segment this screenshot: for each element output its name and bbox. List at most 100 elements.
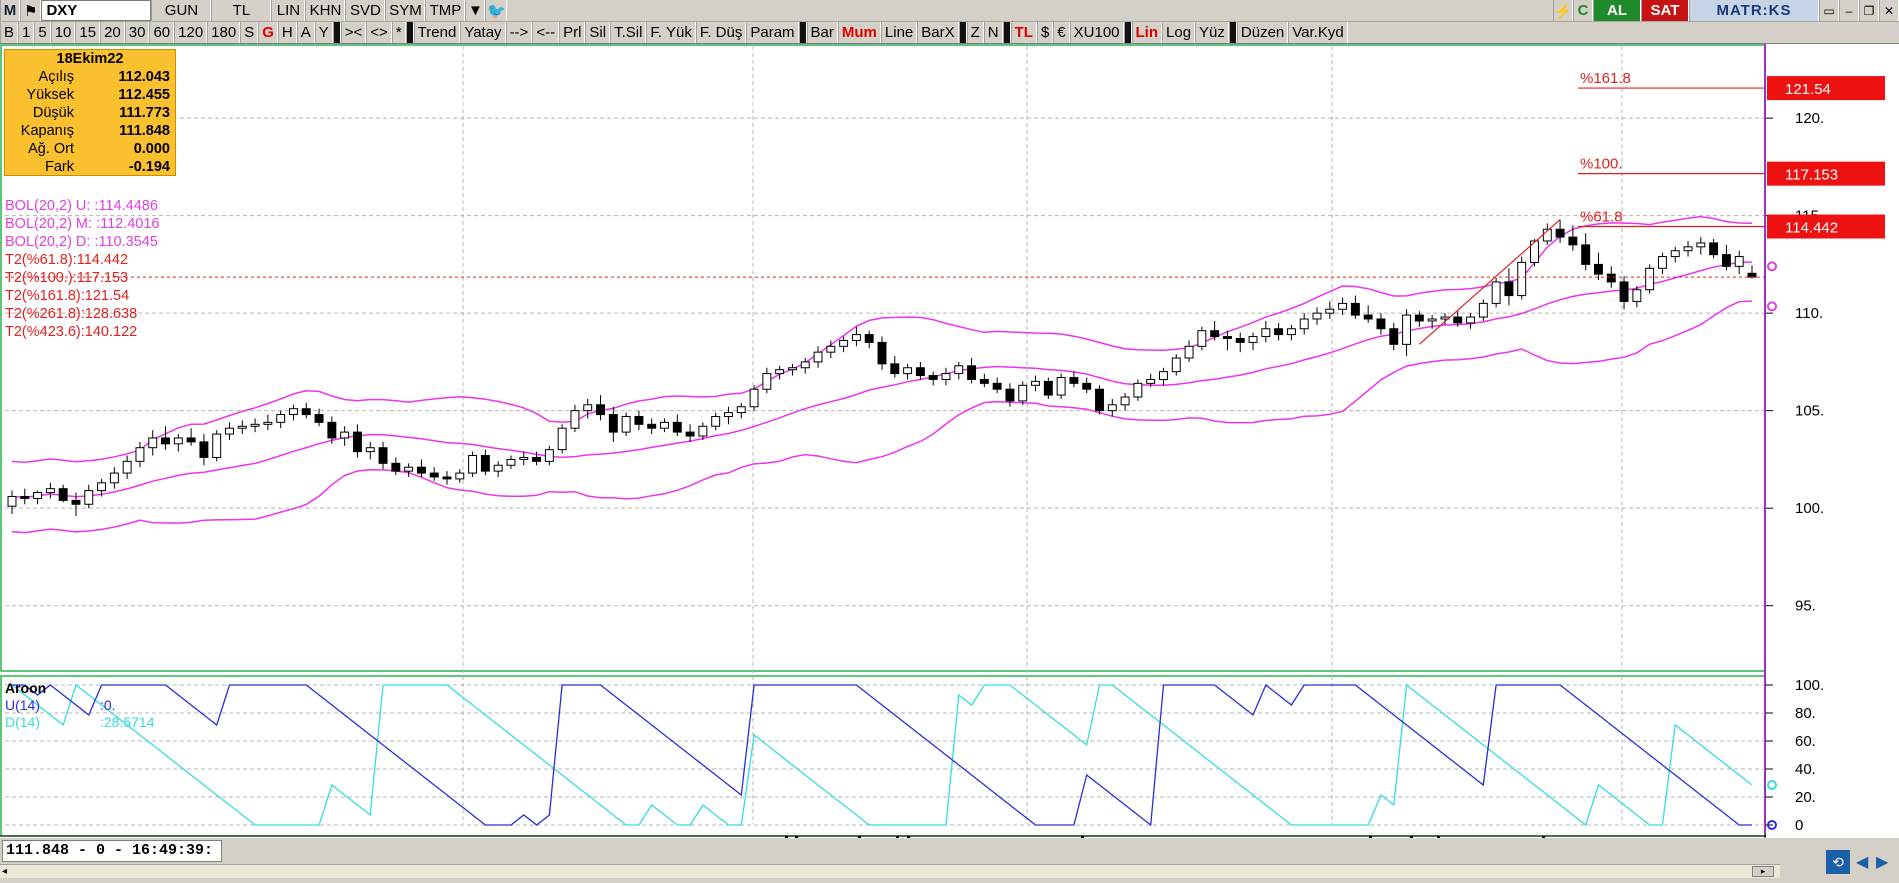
toolbar-button[interactable]: N [983, 22, 1003, 43]
toolbar-button[interactable]: Z [966, 22, 984, 43]
toolbar-button[interactable]: <> [366, 22, 392, 43]
toolbar-button[interactable]: BarX [917, 22, 959, 43]
candle-body [979, 378, 989, 384]
minimize-icon[interactable]: – [1839, 0, 1859, 21]
toolbar-button[interactable]: $ [1036, 22, 1054, 43]
maximize-icon[interactable]: ❐ [1859, 0, 1879, 21]
close-icon[interactable]: ✕ [1879, 0, 1899, 21]
khn-button[interactable]: KHN [305, 0, 346, 21]
toolbar-button[interactable]: Düzen [1236, 22, 1289, 43]
toolbar-button[interactable]: * [391, 22, 406, 43]
toolbar-button[interactable]: 60 [149, 22, 175, 43]
sym-button[interactable]: SYM [385, 0, 426, 21]
toolbar-button[interactable]: 5 [34, 22, 51, 43]
candle-body [1376, 318, 1386, 330]
toolbar-button[interactable]: 20 [100, 22, 125, 43]
toolbar-button[interactable]: <-- [532, 22, 560, 43]
twitter-icon[interactable]: 🐦 [485, 0, 508, 21]
toolbar-button[interactable]: G [258, 22, 278, 43]
candle-body [506, 458, 516, 466]
toolbar-button[interactable]: Line [880, 22, 918, 43]
candle-body [1670, 250, 1680, 258]
toolbar-button[interactable]: Var.Kyd [1288, 22, 1348, 43]
candle-body [365, 447, 375, 453]
toolbar-button[interactable]: Log [1162, 22, 1196, 43]
toolbar-button[interactable]: F. Düş [695, 22, 747, 43]
toolbar-button[interactable]: 30 [124, 22, 150, 43]
candle-body [1734, 256, 1744, 267]
toolbar-button[interactable]: Y [314, 22, 333, 43]
period-button[interactable]: GUN [151, 0, 212, 21]
window-menu-icon[interactable]: ▭ [1819, 0, 1839, 21]
toolbar-button[interactable]: Yüz [1195, 22, 1229, 43]
toolbar-button[interactable]: Prl [559, 22, 586, 43]
toolbar-button[interactable]: --> [505, 22, 533, 43]
scroll-thumb[interactable]: ▸ [1752, 866, 1774, 877]
info-row: Fark -0.194 [5, 158, 175, 176]
candle-body [468, 455, 478, 474]
toolbar-button[interactable]: Param [746, 22, 799, 43]
candle-body [851, 334, 861, 341]
scroll-left-icon[interactable]: ◂ [2, 866, 7, 877]
toolbar-button[interactable]: T.Sil [610, 22, 647, 43]
candle-body [736, 406, 746, 414]
toolbar-button[interactable]: H [277, 22, 297, 43]
info-date: 18Ekim22 [56, 51, 124, 67]
toolbar-button[interactable]: S [240, 22, 259, 43]
toolbar-button[interactable]: B [0, 22, 19, 43]
chart-canvas[interactable]: 95.100.105.110.115.120.Haz22Tem22Ağu22Ey… [0, 44, 1899, 851]
toolbar-button[interactable]: A [296, 22, 315, 43]
lightning-icon[interactable]: ⚡ [1553, 0, 1573, 21]
toolbar-button[interactable]: 1 [18, 22, 35, 43]
candle-body [314, 414, 324, 423]
dropdown-arrow-icon[interactable]: ▼ [465, 0, 486, 21]
lin-button[interactable]: LIN [271, 0, 306, 21]
nav-prev-icon[interactable]: ◀ [1856, 852, 1868, 872]
nav-next-icon[interactable]: ▶ [1876, 852, 1888, 872]
sell-button[interactable]: SAT [1641, 0, 1689, 21]
aroon-tick-label: 0 [1795, 817, 1803, 834]
buy-button[interactable]: AL [1593, 0, 1641, 21]
toolbar-button[interactable]: F. Yük [646, 22, 696, 43]
aroon-down-label: D(14) [5, 714, 41, 730]
currency-button[interactable]: TL [211, 0, 272, 21]
toolbar-button[interactable]: Yatay [460, 22, 506, 43]
chart-area[interactable]: 95.100.105.110.115.120.Haz22Tem22Ağu22Ey… [0, 44, 1899, 851]
toolbar-button[interactable]: 15 [75, 22, 101, 43]
symbol-input[interactable]: DXY [41, 0, 152, 21]
candle-body [1082, 382, 1092, 390]
toolbar-button[interactable]: Mum [837, 22, 881, 43]
toolbar-button[interactable]: Trend [413, 22, 461, 43]
toolbar-button[interactable]: XU100 [1069, 22, 1124, 43]
tmp-button[interactable]: TMP [425, 0, 466, 21]
toolbar-button[interactable]: >< [340, 22, 367, 43]
candle-body [1274, 328, 1284, 336]
refresh-icon[interactable]: C [1573, 0, 1593, 21]
svd-button[interactable]: SVD [345, 0, 386, 21]
candle-body [340, 431, 350, 439]
horizontal-scrollbar[interactable]: ◂ ▸ [0, 864, 1780, 878]
candle-body [480, 455, 490, 472]
info-label: Ağ. Ort [28, 141, 74, 157]
toolbar-button[interactable]: 10 [50, 22, 76, 43]
candle-body [1632, 289, 1642, 302]
toolbar-button[interactable]: Lin [1131, 22, 1163, 43]
toolbar-button[interactable]: 120 [174, 22, 208, 43]
toolbar-button[interactable]: 180 [207, 22, 241, 43]
aroon-tick-label: 20. [1795, 789, 1816, 806]
candle-body [109, 472, 119, 484]
toolbar-button[interactable]: Sil [585, 22, 611, 43]
sync-icon[interactable]: ⟲ [1826, 850, 1850, 874]
candle-body [634, 416, 644, 425]
aroon-tick-label: 60. [1795, 733, 1816, 750]
app-menu-button[interactable]: M [0, 0, 20, 21]
fib-trend-line [1418, 219, 1561, 345]
candle-body [1414, 314, 1424, 322]
candle-body [864, 334, 874, 343]
toolbar-button[interactable]: Bar [806, 22, 838, 43]
candle-body [775, 369, 785, 375]
toolbar-button[interactable]: TL [1010, 22, 1037, 43]
candle-body [212, 433, 222, 458]
toolbar-button[interactable]: € [1053, 22, 1070, 43]
candle-body [915, 367, 925, 377]
